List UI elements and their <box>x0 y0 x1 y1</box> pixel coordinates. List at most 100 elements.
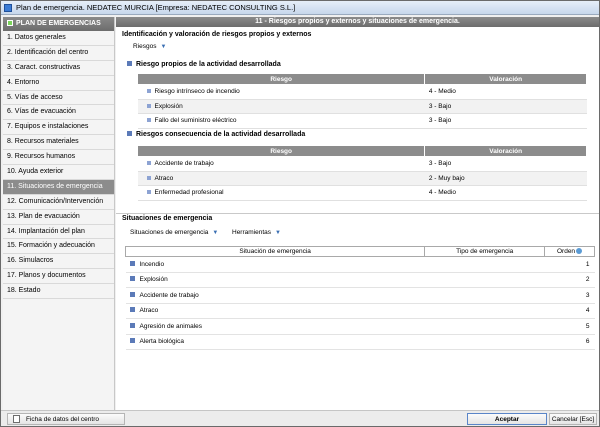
sidebar-item-10[interactable]: 10. Ayuda exterior <box>3 165 114 180</box>
bullet-icon <box>146 103 151 108</box>
riesgo-cell: Explosión <box>137 99 425 114</box>
table-row[interactable]: Agresión de animales 5 <box>125 318 595 335</box>
orden-cell: 1 <box>544 256 595 273</box>
orden-cell: 4 <box>544 303 595 319</box>
orden-cell: 3 <box>544 287 595 304</box>
bullet-icon <box>146 161 151 166</box>
emergencias-table: Situación de emergencia Tipo de emergenc… <box>124 246 595 350</box>
main-panel: 11 - Riesgos propios y externos y situac… <box>116 17 599 410</box>
sidebar-item-4[interactable]: 4. Entorno <box>3 75 114 91</box>
herramientas-menu-button[interactable]: Herramientas ▼ <box>232 229 281 236</box>
sidebar-item-17[interactable]: 17. Planos y documentos <box>3 269 114 285</box>
sidebar-item-18[interactable]: 18. Estado <box>3 284 114 300</box>
situaciones-menu-button[interactable]: Situaciones de emergencia ▼ <box>130 229 218 236</box>
cancelar-button[interactable]: Cancelar [Esc] <box>549 413 597 425</box>
bullet-icon <box>129 260 135 266</box>
bullet-icon <box>129 276 135 282</box>
footer-bar: Ficha de datos del centro Aceptar Cancel… <box>1 410 599 426</box>
tipo-cell <box>424 318 545 335</box>
sidebar-item-13[interactable]: 13. Plan de evacuación <box>3 209 114 225</box>
col-situacion[interactable]: Situación de emergencia <box>124 246 426 257</box>
riesgos-menu-label: Riesgos <box>133 43 157 50</box>
situacion-cell: Incendio <box>125 256 425 273</box>
col-valoracion: Valoración <box>424 73 587 85</box>
col-orden-label: Orden <box>556 248 576 255</box>
col-tipo[interactable]: Tipo de emergencia <box>424 246 546 257</box>
table-row[interactable]: Atraco 4 <box>125 303 595 319</box>
consecuencia-title-label: Riesgos consecuencia de la actividad des… <box>136 131 306 138</box>
document-icon <box>13 415 20 423</box>
sidebar-header-label: PLAN DE EMERGENCIAS <box>16 20 101 27</box>
bullet-icon <box>146 190 151 195</box>
risks-section-title: Identificación y valoración de riesgos p… <box>122 31 312 38</box>
valoracion-cell: 4 - Medio <box>424 84 587 100</box>
application-window: Plan de emergencia. NEDATEC MURCIA [Empr… <box>0 0 600 427</box>
valoracion-cell: 3 - Bajo <box>424 113 587 129</box>
riesgos-menu-button[interactable]: Riesgos ▼ <box>133 43 166 50</box>
tipo-cell <box>424 256 545 273</box>
orden-cell: 6 <box>544 334 595 350</box>
bullet-icon <box>129 338 135 344</box>
sidebar-item-8[interactable]: 8. Recursos materiales <box>3 135 114 151</box>
situacion-text: Incendio <box>139 260 165 268</box>
sidebar-item-9[interactable]: 9. Recursos humanos <box>3 150 114 166</box>
table-row[interactable]: Atraco 2 - Muy bajo <box>137 171 587 186</box>
situacion-text: Atraco <box>139 307 159 315</box>
sidebar-item-11[interactable]: 11. Situaciones de emergencia <box>3 179 114 195</box>
table-row[interactable]: Riesgo intrínseco de incendio 4 - Medio <box>137 84 587 100</box>
sidebar-item-7[interactable]: 7. Equipos e instalaciones <box>3 120 114 136</box>
sidebar-item-5[interactable]: 5. Vías de acceso <box>3 90 114 106</box>
situacion-text: Alerta biológica <box>139 338 184 346</box>
valoracion-cell: 3 - Bajo <box>424 156 587 172</box>
table-row[interactable]: Incendio 1 <box>125 256 595 273</box>
chevron-down-icon: ▼ <box>212 230 219 236</box>
col-orden[interactable]: Orden <box>544 246 595 257</box>
herramientas-menu-label: Herramientas <box>232 229 272 236</box>
table-row[interactable]: Accidente de trabajo 3 <box>125 287 595 304</box>
sidebar-item-14[interactable]: 14. Implantación del plan <box>3 224 114 240</box>
orden-cell: 2 <box>544 272 595 288</box>
aceptar-button[interactable]: Aceptar <box>467 413 547 425</box>
tipo-cell <box>424 287 545 304</box>
bullet-icon <box>146 89 151 94</box>
sidebar-item-1[interactable]: 1. Datos generales <box>3 31 114 46</box>
riesgo-text: Enfermedad profesional <box>154 189 224 197</box>
sidebar-item-15[interactable]: 15. Formación y adecuación <box>3 239 114 255</box>
riesgo-text: Atraco <box>154 174 174 182</box>
section-header: 11 - Riesgos propios y externos y situac… <box>116 17 599 27</box>
title-bar: Plan de emergencia. NEDATEC MURCIA [Empr… <box>1 1 599 15</box>
sidebar-list: 1. Datos generales 2. Identificación del … <box>3 31 114 300</box>
table-row[interactable]: Fallo del suministro eléctrico 3 - Bajo <box>137 113 587 129</box>
table-row[interactable]: Alerta biológica 6 <box>125 334 595 350</box>
ficha-centro-button[interactable]: Ficha de datos del centro <box>7 413 125 425</box>
chevron-down-icon: ▼ <box>275 230 281 236</box>
sidebar-item-12[interactable]: 12. Comunicación/Intervención <box>3 194 114 210</box>
riesgo-cell: Fallo del suministro eléctrico <box>137 113 425 129</box>
consecuencia-title: Riesgos consecuencia de la actividad des… <box>127 131 305 138</box>
bullet-icon <box>129 291 135 297</box>
riesgo-cell: Riesgo intrínseco de incendio <box>137 84 425 100</box>
sort-icon[interactable] <box>576 248 583 254</box>
situacion-cell: Accidente de trabajo <box>125 287 425 304</box>
riesgo-text: Accidente de trabajo <box>154 160 214 168</box>
sidebar-item-3[interactable]: 3. Caract. constructivas <box>3 60 114 76</box>
riesgo-cell: Atraco <box>137 171 425 186</box>
valoracion-cell: 3 - Bajo <box>424 99 587 114</box>
table-row[interactable]: Accidente de trabajo 3 - Bajo <box>137 156 587 172</box>
situacion-cell: Explosión <box>125 272 425 288</box>
table-row[interactable]: Explosión 3 - Bajo <box>137 99 587 114</box>
riesgo-text: Riesgo intrínseco de incendio <box>154 88 240 96</box>
valoracion-cell: 4 - Medio <box>424 185 587 201</box>
bullet-icon <box>129 322 135 328</box>
sidebar-item-16[interactable]: 16. Simulacros <box>3 254 114 270</box>
col-riesgo: Riesgo <box>136 145 426 157</box>
plan-icon <box>7 20 13 26</box>
valoracion-cell: 2 - Muy bajo <box>424 171 587 186</box>
orden-cell: 5 <box>544 318 595 335</box>
sidebar-item-2[interactable]: 2. Identificación del centro <box>3 45 114 61</box>
situacion-text: Agresión de animales <box>139 322 203 330</box>
table-row[interactable]: Explosión 2 <box>125 272 595 288</box>
table-row[interactable]: Enfermedad profesional 4 - Medio <box>137 185 587 201</box>
sidebar-item-6[interactable]: 6. Vías de evacuación <box>3 105 114 121</box>
window-title: Plan de emergencia. NEDATEC MURCIA [Empr… <box>16 3 296 12</box>
